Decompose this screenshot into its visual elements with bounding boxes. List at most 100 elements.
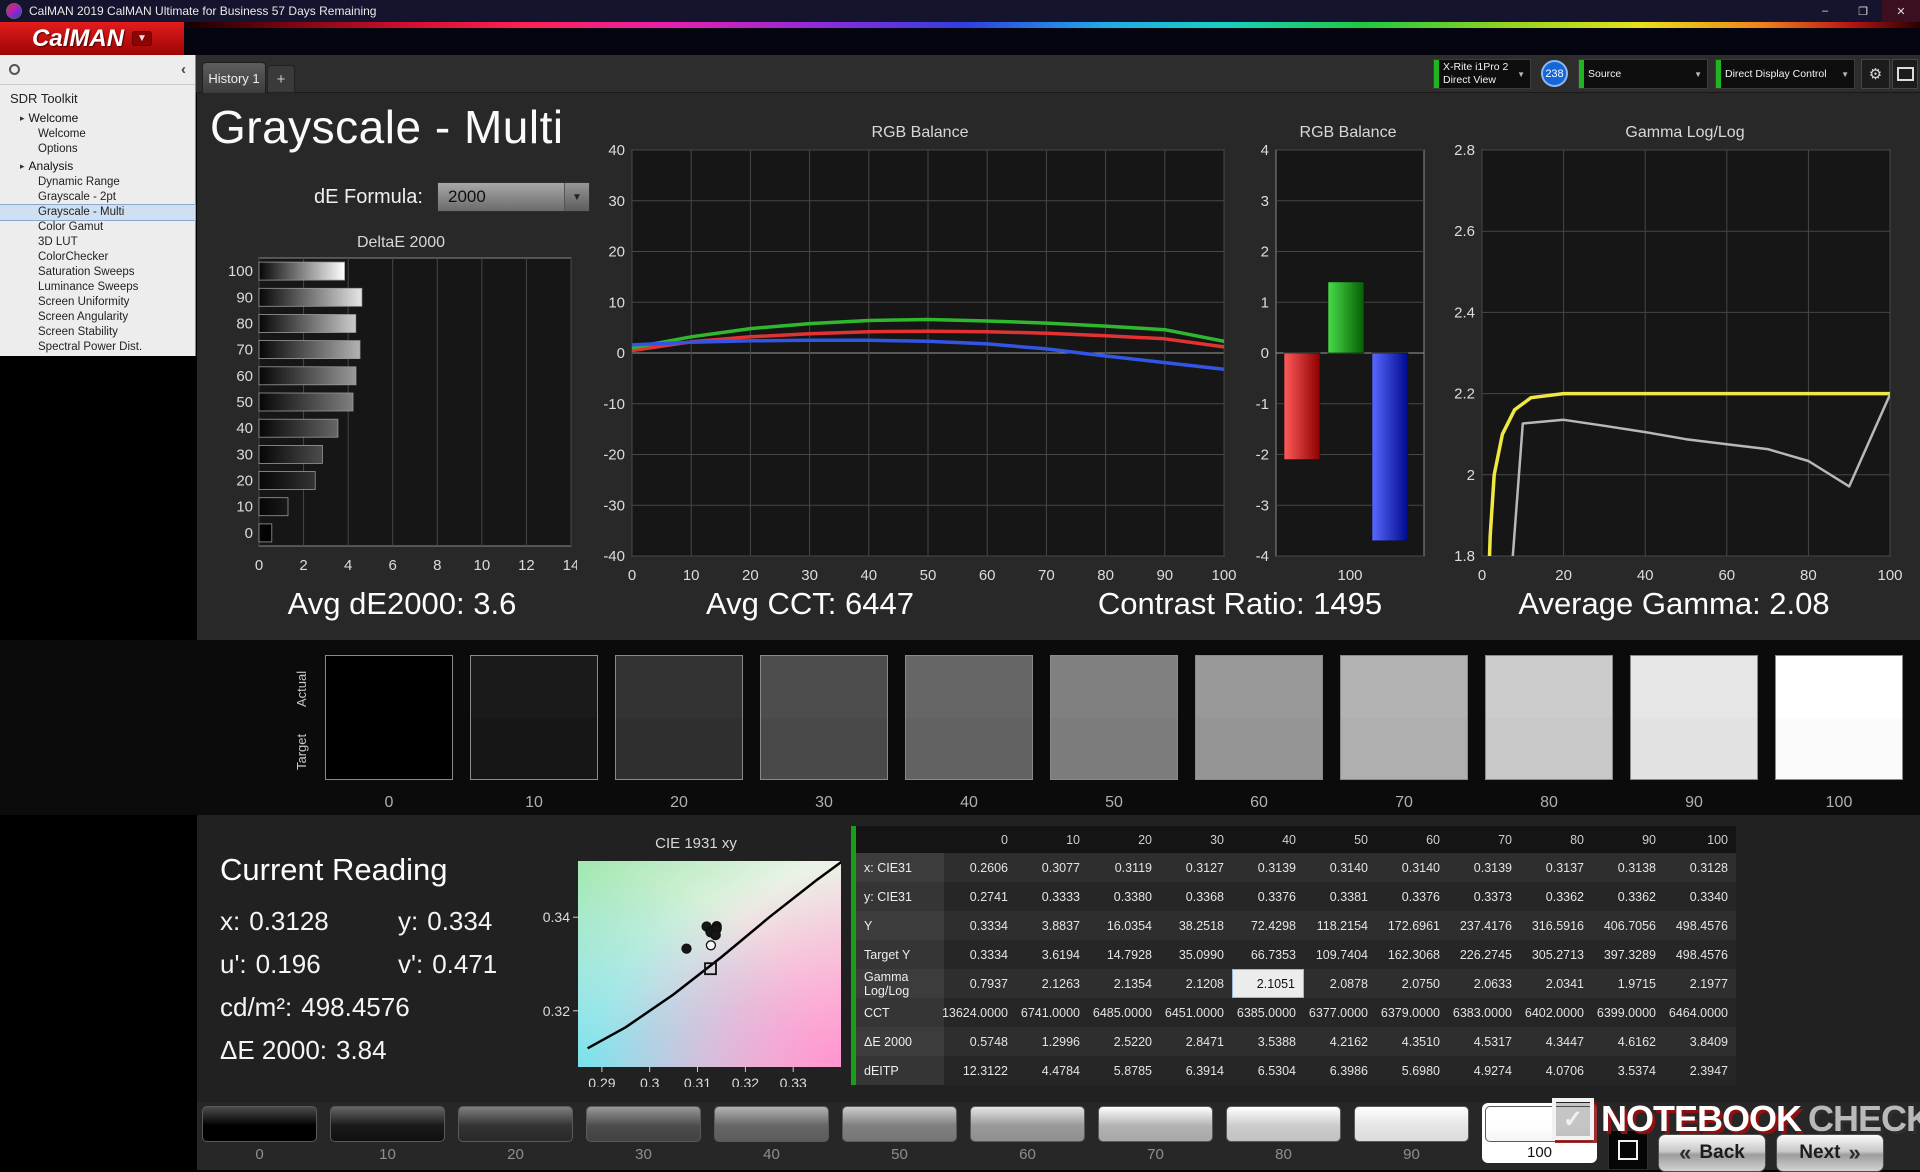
table-cell: 0.3140 <box>1304 853 1376 882</box>
de-formula-select[interactable]: 2000 ▼ <box>437 182 590 212</box>
svg-text:0: 0 <box>628 567 636 580</box>
table-cell: 66.7353 <box>1232 940 1304 969</box>
level-button-70[interactable]: 70 <box>1098 1106 1213 1163</box>
tab-label: History 1 <box>208 70 260 86</box>
table-cell: 2.0341 <box>1520 969 1592 998</box>
table-cell: 2.1977 <box>1664 969 1736 998</box>
patch-cell-10: 10 <box>470 655 598 812</box>
patch-target-half <box>1776 717 1902 779</box>
svg-text:0: 0 <box>1261 345 1269 362</box>
table-col-header-30: 30 <box>1160 826 1232 853</box>
sidebar-item-dynamic-range[interactable]: Dynamic Range <box>0 175 195 190</box>
svg-text:50: 50 <box>236 394 253 411</box>
tab-history-1[interactable]: History 1 <box>202 62 266 93</box>
sidebar-item-grayscale-2pt[interactable]: Grayscale - 2pt <box>0 190 195 205</box>
patch-level-label: 80 <box>1540 794 1558 811</box>
chevron-down-icon: ▼ <box>1517 69 1525 79</box>
sidebar-item-colorchecker[interactable]: ColorChecker <box>0 250 195 265</box>
sidebar-group-analysis[interactable]: ▸ Analysis <box>0 157 195 175</box>
pattern-display-button[interactable] <box>1892 59 1918 89</box>
record-icon[interactable] <box>9 64 20 75</box>
rgb-balance-line-chart: RGB Balance -40 -30 -20 -10 0 10 20 30 40 0 10 20 30… <box>596 122 1244 580</box>
calman-logo[interactable]: CalMAN ▼ <box>0 22 184 55</box>
minimize-button[interactable]: – <box>1806 0 1844 22</box>
level-button-80[interactable]: 80 <box>1226 1106 1341 1163</box>
maximize-button[interactable]: ❐ <box>1844 0 1882 22</box>
sidebar-item-saturation-sweeps[interactable]: Saturation Sweeps <box>0 265 195 280</box>
table-cell: 4.2162 <box>1304 1027 1376 1056</box>
sidebar-item-welcome[interactable]: Welcome <box>0 127 195 142</box>
patch-target-half <box>1341 717 1467 779</box>
level-swatch-40 <box>714 1106 829 1142</box>
sidebar-item-screen-angularity[interactable]: Screen Angularity <box>0 310 195 325</box>
table-col-header-40: 40 <box>1232 826 1304 853</box>
sidebar-title: SDR Toolkit <box>10 91 78 106</box>
sidebar-item-color-gamut[interactable]: Color Gamut <box>0 220 195 235</box>
svg-text:70: 70 <box>236 342 253 359</box>
svg-text:10: 10 <box>608 294 625 311</box>
svg-text:60: 60 <box>236 368 253 385</box>
table-cell: 5.8785 <box>1088 1056 1160 1085</box>
patch-level-label: 0 <box>384 794 394 811</box>
svg-text:1: 1 <box>1261 294 1269 311</box>
meter-dropdown[interactable]: X-Rite i1Pro 2 Direct View ▼ <box>1433 59 1531 89</box>
spectrum-strip <box>184 22 1920 28</box>
svg-text:10: 10 <box>474 557 491 574</box>
luminance-badge[interactable]: 238 <box>1541 60 1568 87</box>
chevron-down-icon: ▼ <box>564 183 589 211</box>
level-button-50[interactable]: 50 <box>842 1106 957 1163</box>
source-label: Source <box>1588 67 1622 80</box>
table-cell: 6402.0000 <box>1520 998 1592 1027</box>
sidebar-item-spectral-power-dist[interactable]: Spectral Power Dist. <box>0 340 195 355</box>
svg-text:0: 0 <box>255 557 263 574</box>
source-dropdown[interactable]: Source ▼ <box>1578 59 1708 89</box>
level-button-bar: 0 10 20 30 40 50 60 70 80 90 100 <box>202 1103 1597 1163</box>
chart-title: RGB Balance <box>871 124 969 141</box>
sidebar-item-screen-stability[interactable]: Screen Stability <box>0 325 195 340</box>
level-button-10[interactable]: 10 <box>330 1106 445 1163</box>
check-icon: ✓ <box>1552 1098 1594 1140</box>
display-control-dropdown[interactable]: Direct Display Control ▼ <box>1715 59 1855 89</box>
patch-level-label: 90 <box>1685 794 1703 811</box>
calman-logo-text: CalMAN <box>32 24 125 52</box>
collapse-sidebar-icon[interactable]: ‹ <box>181 62 186 77</box>
notebookcheck-watermark: ✓ NOTEBOOK CHECK <box>1552 1098 1920 1140</box>
svg-text:-2: -2 <box>1256 447 1269 464</box>
svg-text:3: 3 <box>1261 193 1269 210</box>
table-cell: 4.4784 <box>1016 1056 1088 1085</box>
level-button-60[interactable]: 60 <box>970 1106 1085 1163</box>
level-button-40[interactable]: 40 <box>714 1106 829 1163</box>
sidebar-item-options[interactable]: Options <box>0 142 195 157</box>
settings-button[interactable]: ⚙ <box>1861 59 1890 89</box>
table-cell: 3.6194 <box>1016 940 1088 969</box>
close-button[interactable]: ✕ <box>1882 0 1920 22</box>
sidebar-item-luminance-sweeps[interactable]: Luminance Sweeps <box>0 280 195 295</box>
level-button-20[interactable]: 20 <box>458 1106 573 1163</box>
patch-cell-0: 0 <box>325 655 453 812</box>
sidebar-item-3d-lut[interactable]: 3D LUT <box>0 235 195 250</box>
patch-level-label: 60 <box>1250 794 1268 811</box>
sidebar-tree: ▸ Welcome Welcome Options ▸ Analysis Dynamic R… <box>0 109 196 355</box>
table-col-header-90: 90 <box>1592 826 1664 853</box>
level-button-30[interactable]: 30 <box>586 1106 701 1163</box>
table-cell: 5.6980 <box>1376 1056 1448 1085</box>
table-cell: 305.2713 <box>1520 940 1592 969</box>
svg-text:-1: -1 <box>1256 396 1269 413</box>
add-tab-button[interactable]: + <box>267 65 295 93</box>
table-row-label: Gamma Log/Log <box>856 969 944 998</box>
table-cell: 12.3122 <box>944 1056 1016 1085</box>
level-button-90[interactable]: 90 <box>1354 1106 1469 1163</box>
sidebar-item-grayscale-multi[interactable]: Grayscale - Multi <box>0 204 196 221</box>
patch-target-half <box>326 717 452 779</box>
svg-text:20: 20 <box>236 473 253 490</box>
sidebar-item-screen-uniformity[interactable]: Screen Uniformity <box>0 295 195 310</box>
sidebar-group-welcome[interactable]: ▸ Welcome <box>0 109 195 127</box>
level-swatch-10 <box>330 1106 445 1142</box>
gamma-chart: Gamma Log/Log 1.8 2 2.2 2.4 2.6 2.8 0 20 40 60 80 1… <box>1452 122 1918 580</box>
table-cell: 0.3119 <box>1088 853 1160 882</box>
de2000-label: ΔE 2000: <box>220 1035 327 1065</box>
level-button-0[interactable]: 0 <box>202 1106 317 1163</box>
svg-text:0.29: 0.29 <box>588 1075 615 1087</box>
svg-text:2.4: 2.4 <box>1454 304 1475 321</box>
patch-cell-30: 30 <box>760 655 888 812</box>
